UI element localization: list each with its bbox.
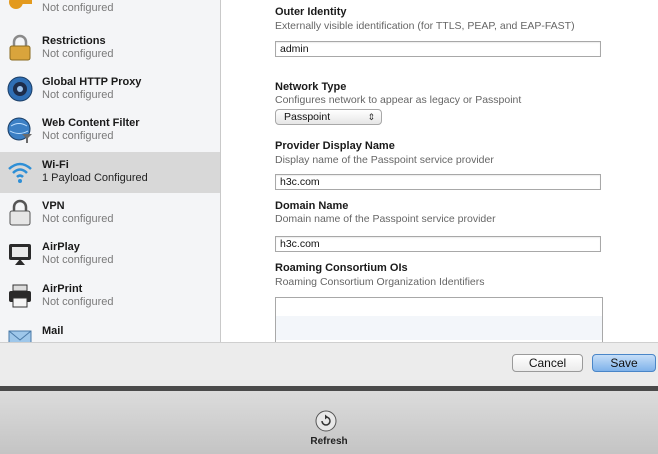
- outer-identity-label: Outer Identity: [275, 6, 347, 18]
- network-type-description: Configures network to appear as legacy o…: [275, 94, 522, 106]
- provider-display-name-description: Display name of the Passpoint service pr…: [275, 154, 494, 166]
- globe-proxy-icon: [7, 76, 33, 102]
- key-icon: [9, 0, 32, 9]
- outer-identity-description: Externally visible identification (for T…: [275, 20, 575, 32]
- sidebar-item-airprint[interactable]: AirPrint Not configured: [0, 276, 220, 317]
- roaming-consortium-list[interactable]: [275, 297, 603, 342]
- sidebar-item-mail[interactable]: Mail: [0, 318, 220, 342]
- domain-name-label: Domain Name: [275, 200, 349, 212]
- globe-filter-icon: [7, 117, 32, 143]
- sidebar-item-airplay[interactable]: AirPlay Not configured: [0, 234, 220, 275]
- list-row-stripe: [276, 316, 602, 340]
- cancel-button[interactable]: Cancel: [512, 354, 583, 372]
- provider-display-name-label: Provider Display Name: [275, 140, 395, 152]
- refresh-icon[interactable]: [315, 410, 337, 432]
- network-type-select[interactable]: Passpoint ⇕: [275, 109, 382, 125]
- network-type-label: Network Type: [275, 81, 347, 93]
- lock-restrictions-icon: [9, 34, 31, 61]
- sidebar-item-web-content-filter[interactable]: Web Content Filter Not configured: [0, 110, 220, 151]
- outer-identity-field[interactable]: admin: [275, 41, 601, 57]
- sidebar-item-global-http-proxy[interactable]: Global HTTP Proxy Not configured: [0, 69, 220, 110]
- mail-icon: [8, 330, 32, 342]
- save-button[interactable]: Save: [592, 354, 656, 372]
- sidebar-item-passcode[interactable]: Not configured: [0, 0, 220, 23]
- sidebar-item-vpn[interactable]: VPN Not configured: [0, 193, 220, 234]
- wifi-icon: [8, 162, 32, 183]
- wifi-settings-panel: Outer Identity Externally visible identi…: [221, 0, 658, 342]
- sidebar-item-wifi[interactable]: Wi-Fi 1 Payload Configured: [0, 152, 220, 193]
- airplay-icon: [9, 244, 31, 265]
- sidebar-item-restrictions[interactable]: Restrictions Not configured: [0, 28, 220, 69]
- roaming-consortium-label: Roaming Consortium OIs: [275, 262, 408, 274]
- domain-name-field[interactable]: h3c.com: [275, 236, 601, 252]
- refresh-label[interactable]: Refresh: [0, 436, 658, 447]
- roaming-consortium-description: Roaming Consortium Organization Identifi…: [275, 276, 485, 288]
- domain-name-description: Domain name of the Passpoint service pro…: [275, 213, 496, 225]
- provider-display-name-field[interactable]: h3c.com: [275, 174, 601, 190]
- payload-sidebar: Not configured Restrictions Not configur…: [0, 0, 221, 342]
- printer-icon: [9, 284, 31, 308]
- vpn-lock-icon: [9, 199, 31, 226]
- select-arrows-icon: ⇕: [367, 112, 375, 122]
